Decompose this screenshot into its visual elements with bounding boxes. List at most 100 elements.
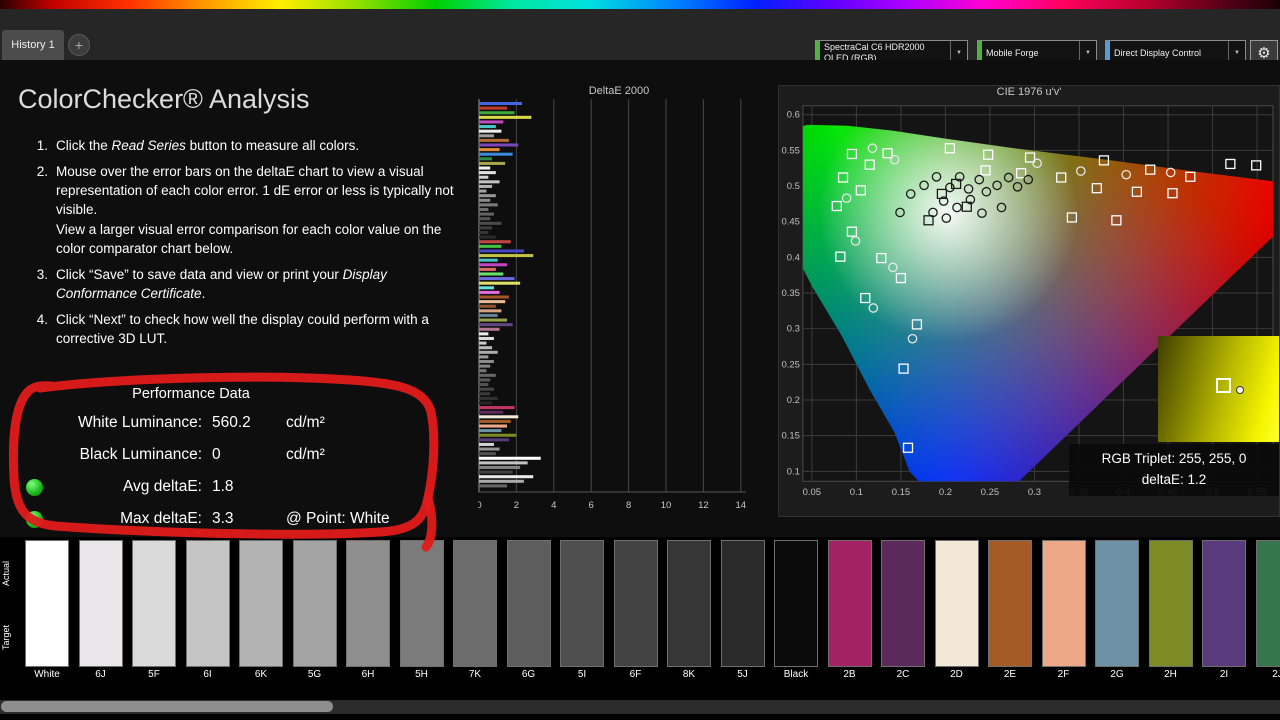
deltae-error-bar[interactable]	[479, 397, 498, 400]
deltae-error-bar[interactable]	[479, 365, 490, 368]
deltae-error-bar[interactable]	[479, 143, 518, 146]
deltae-error-bar[interactable]	[479, 286, 494, 289]
deltae-error-bar[interactable]	[479, 475, 533, 478]
deltae-error-bar[interactable]	[479, 309, 501, 312]
color-patch	[1149, 540, 1193, 667]
deltae-error-bar[interactable]	[479, 369, 486, 372]
deltae-error-bar[interactable]	[479, 448, 500, 451]
deltae-error-bar[interactable]	[479, 263, 507, 266]
deltae-error-bar[interactable]	[479, 111, 515, 114]
deltae-error-bar[interactable]	[479, 153, 513, 156]
deltae-error-bar[interactable]	[479, 351, 498, 354]
meter-line1: SpectraCal C6 HDR2000	[824, 42, 946, 53]
deltae-error-bar[interactable]	[479, 346, 492, 349]
deltae-error-bar[interactable]	[479, 355, 488, 358]
deltae-error-bar[interactable]	[479, 134, 494, 137]
deltae-error-bar[interactable]	[479, 102, 522, 105]
deltae-error-bar[interactable]	[479, 148, 500, 151]
deltae-error-bar[interactable]	[479, 120, 503, 123]
deltae-error-bar[interactable]	[479, 319, 507, 322]
deltae-error-bar[interactable]	[479, 438, 509, 441]
deltae-error-bar[interactable]	[479, 420, 511, 423]
deltae-error-bar[interactable]	[479, 452, 496, 455]
deltae-error-bar[interactable]	[479, 213, 494, 216]
deltae-error-bar[interactable]	[479, 415, 518, 418]
deltae-error-bar[interactable]	[479, 401, 492, 404]
deltae-error-bar[interactable]	[479, 406, 515, 409]
deltae-error-bar[interactable]	[479, 254, 533, 257]
deltae-error-bar[interactable]	[479, 139, 509, 142]
deltae-error-bar[interactable]	[479, 208, 488, 211]
deltae-error-bar[interactable]	[479, 176, 488, 179]
deltae-error-bar[interactable]	[479, 461, 528, 464]
patch-target	[401, 614, 443, 667]
deltae-error-bar[interactable]	[479, 314, 498, 317]
deltae-error-bar[interactable]	[479, 434, 516, 437]
deltae-error-bar[interactable]	[479, 305, 496, 308]
deltae-error-bar[interactable]	[479, 342, 486, 345]
deltae-error-bar[interactable]	[479, 236, 496, 239]
deltae-error-bar[interactable]	[479, 328, 500, 331]
patch-label: 2C	[881, 669, 925, 680]
deltae-error-bar[interactable]	[479, 194, 496, 197]
deltae-error-bar[interactable]	[479, 378, 490, 381]
deltae-error-bar[interactable]	[479, 249, 524, 252]
deltae-error-bar[interactable]	[479, 388, 494, 391]
deltae-error-bar[interactable]	[479, 217, 490, 220]
deltae-error-bar[interactable]	[479, 480, 524, 483]
deltae-error-bar[interactable]	[479, 240, 511, 243]
deltae-error-bar[interactable]	[479, 231, 488, 234]
deltae-error-bar[interactable]	[479, 180, 500, 183]
deltae-error-bar[interactable]	[479, 337, 494, 340]
deltae-error-bar[interactable]	[479, 429, 501, 432]
deltae-error-bar[interactable]	[479, 425, 507, 428]
color-patch	[239, 540, 283, 667]
scrollbar-thumb[interactable]	[1, 701, 333, 712]
deltae-error-bar[interactable]	[479, 185, 492, 188]
color-patch-column: 2E	[988, 540, 1032, 680]
deltae-error-bar[interactable]	[479, 116, 531, 119]
tab-history-1[interactable]: History 1	[2, 30, 64, 60]
deltae-error-bar[interactable]	[479, 199, 490, 202]
instruction-item: 4.Click “Next” to check how well the dis…	[30, 310, 468, 348]
deltae-error-bar[interactable]	[479, 107, 507, 110]
deltae-error-bar[interactable]	[479, 300, 505, 303]
deltae-error-bar[interactable]	[479, 282, 520, 285]
deltae-error-bar[interactable]	[479, 457, 541, 460]
deltae-error-bar[interactable]	[479, 360, 494, 363]
deltae-chart[interactable]: 02468101214	[478, 99, 760, 519]
deltae-error-bar[interactable]	[479, 130, 501, 133]
deltae-error-bar[interactable]	[479, 125, 496, 128]
deltae-error-bar[interactable]	[479, 484, 507, 487]
deltae-error-bar[interactable]	[479, 272, 503, 275]
deltae-error-bar[interactable]	[479, 203, 498, 206]
deltae-error-bar[interactable]	[479, 268, 496, 271]
color-patch-column: 2B	[828, 540, 872, 680]
deltae-error-bar[interactable]	[479, 332, 488, 335]
horizontal-scrollbar[interactable]	[0, 700, 1280, 714]
deltae-error-bar[interactable]	[479, 190, 486, 193]
deltae-error-bar[interactable]	[479, 466, 520, 469]
tooltip-rgb-triplet: RGB Triplet: 255, 255, 0	[1075, 449, 1273, 470]
deltae-error-bar[interactable]	[479, 171, 496, 174]
svg-text:0.5: 0.5	[787, 181, 800, 192]
deltae-error-bar[interactable]	[479, 291, 500, 294]
deltae-error-bar[interactable]	[479, 471, 513, 474]
deltae-error-bar[interactable]	[479, 392, 490, 395]
deltae-error-bar[interactable]	[479, 296, 509, 299]
deltae-error-bar[interactable]	[479, 162, 505, 165]
deltae-error-bar[interactable]	[479, 323, 513, 326]
deltae-error-bar[interactable]	[479, 226, 492, 229]
deltae-error-bar[interactable]	[479, 245, 501, 248]
deltae-error-bar[interactable]	[479, 374, 496, 377]
add-tab-button[interactable]: +	[68, 34, 90, 56]
deltae-error-bar[interactable]	[479, 222, 501, 225]
deltae-error-bar[interactable]	[479, 167, 490, 170]
deltae-error-bar[interactable]	[479, 277, 515, 280]
deltae-error-bar[interactable]	[479, 259, 498, 262]
deltae-error-bar[interactable]	[479, 443, 494, 446]
deltae-error-bar[interactable]	[479, 411, 503, 414]
deltae-error-bar[interactable]	[479, 383, 488, 386]
color-tooltip-swatch	[1158, 336, 1279, 442]
deltae-error-bar[interactable]	[479, 157, 492, 160]
